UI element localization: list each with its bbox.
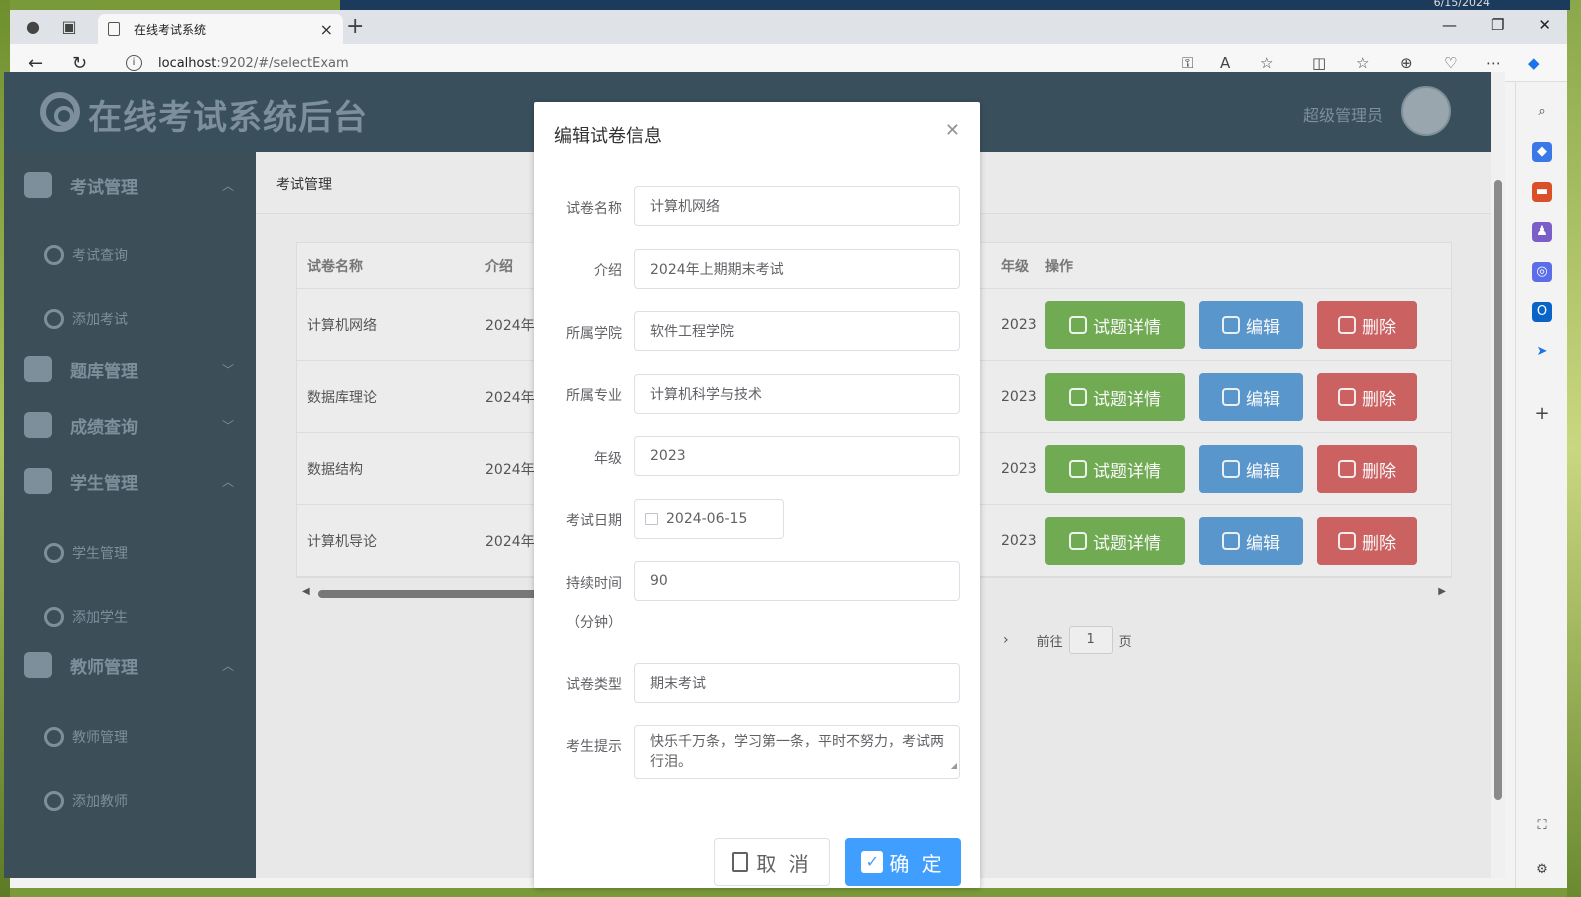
search-icon[interactable]: ⌕ xyxy=(1532,102,1552,122)
label-intro: 介绍 xyxy=(594,263,622,279)
label-duration-unit: （分钟） xyxy=(566,615,622,631)
label-exam-name: 试卷名称 xyxy=(566,201,622,217)
major-field[interactable]: 计算机科学与技术 xyxy=(634,374,960,414)
tips-value: 快乐千万条，学习第一条，平时不努力，考试两行泪。 xyxy=(650,734,944,770)
duration-field[interactable]: 90 xyxy=(634,561,960,601)
favorite-star-icon[interactable]: ☆ xyxy=(1260,54,1273,72)
tips-textarea[interactable]: 快乐千万条，学习第一条，平时不努力，考试两行泪。 ◢ xyxy=(634,725,960,779)
edge-sidebar: ⌕ ◆ ▬ ♟ ◎ O ➤ + ⛶ ⚙ xyxy=(1515,82,1567,888)
outlook-icon[interactable]: O xyxy=(1532,302,1552,322)
close-icon[interactable]: ✕ xyxy=(945,120,960,141)
confirm-label: 确 定 xyxy=(889,851,945,876)
page-scrollbar[interactable] xyxy=(1491,72,1505,878)
tab-actions-icon[interactable]: ▣ xyxy=(60,18,78,36)
desktop-background-right xyxy=(1567,0,1581,897)
back-icon[interactable]: ← xyxy=(28,53,43,74)
favorites-icon[interactable]: ☆ xyxy=(1356,54,1369,72)
calendar-icon xyxy=(645,513,658,525)
settings-icon[interactable]: ⚙ xyxy=(1532,860,1552,880)
page-icon xyxy=(108,22,120,36)
games-icon[interactable]: ♟ xyxy=(1532,222,1552,242)
more-icon[interactable]: ⋯ xyxy=(1486,54,1501,72)
tab-bar: ● ▣ 在线考试系统 × + — ❐ ✕ xyxy=(10,10,1567,44)
refresh-icon[interactable]: ↻ xyxy=(72,53,87,74)
label-exam-date: 考试日期 xyxy=(566,513,622,529)
label-major: 所属专业 xyxy=(566,388,622,404)
resize-handle-icon[interactable]: ◢ xyxy=(951,756,957,776)
close-tab-icon[interactable]: × xyxy=(320,20,333,39)
key-icon[interactable]: ⚿ xyxy=(1182,54,1193,72)
label-grade: 年级 xyxy=(594,451,622,467)
exam-name-field[interactable]: 计算机网络 xyxy=(634,186,960,226)
grade-field[interactable]: 2023 xyxy=(634,436,960,476)
scrollbar-thumb[interactable] xyxy=(1494,180,1502,800)
shopping-icon[interactable]: ◆ xyxy=(1532,142,1552,162)
exam-date-value: 2024-06-15 xyxy=(666,511,748,527)
confirm-button[interactable]: ✓ 确 定 xyxy=(845,838,961,886)
label-exam-type: 试卷类型 xyxy=(566,677,622,693)
cancel-button[interactable]: 取 消 xyxy=(714,838,830,886)
screenshot-icon[interactable]: ⛶ xyxy=(1532,816,1552,836)
check-icon: ✓ xyxy=(861,851,884,873)
browser-tab[interactable]: 在线考试系统 × xyxy=(98,14,343,44)
taskbar: 6/15/2024 xyxy=(340,0,1570,10)
exam-type-field[interactable]: 期末考试 xyxy=(634,663,960,703)
profile-icon[interactable]: ● xyxy=(24,18,42,36)
label-tips: 考生提示 xyxy=(566,739,622,755)
microsoft365-icon[interactable]: ◎ xyxy=(1532,262,1552,282)
edit-exam-dialog: 编辑试卷信息 ✕ 试卷名称 计算机网络 介绍 2024年上期期末考试 所属学院 … xyxy=(534,102,980,888)
tools-icon[interactable]: ▬ xyxy=(1532,182,1552,202)
close-window-icon[interactable]: ✕ xyxy=(1538,16,1551,34)
info-icon[interactable]: i xyxy=(126,55,142,71)
label-duration: 持续时间 xyxy=(566,576,622,592)
tab-title: 在线考试系统 xyxy=(134,22,207,37)
restore-icon[interactable]: ❐ xyxy=(1491,16,1504,34)
collections-icon[interactable]: ⊕ xyxy=(1400,54,1413,72)
exam-date-picker[interactable]: 2024-06-15 xyxy=(634,499,784,539)
intro-field[interactable]: 2024年上期期末考试 xyxy=(634,249,960,289)
college-field[interactable]: 软件工程学院 xyxy=(634,311,960,351)
add-app-icon[interactable]: + xyxy=(1532,404,1552,424)
copilot-icon[interactable]: ◆ xyxy=(1528,54,1540,72)
label-college: 所属学院 xyxy=(566,326,622,342)
performance-icon[interactable]: ♡ xyxy=(1444,54,1457,72)
new-tab-icon[interactable]: + xyxy=(346,16,364,38)
trash-icon xyxy=(732,852,749,872)
dialog-title: 编辑试卷信息 xyxy=(554,126,662,147)
url-host: localhost xyxy=(158,55,217,71)
cancel-label: 取 消 xyxy=(756,851,812,876)
split-screen-icon[interactable]: ◫ xyxy=(1312,54,1326,72)
minimize-icon[interactable]: — xyxy=(1442,16,1457,34)
send-icon[interactable]: ➤ xyxy=(1532,342,1552,362)
window-controls: — ❐ ✕ xyxy=(1442,16,1551,34)
url-path: :9202/#/selectExam xyxy=(216,55,349,71)
read-aloud-icon[interactable]: A xyxy=(1220,54,1230,72)
taskbar-date: 6/15/2024 xyxy=(1433,0,1490,9)
